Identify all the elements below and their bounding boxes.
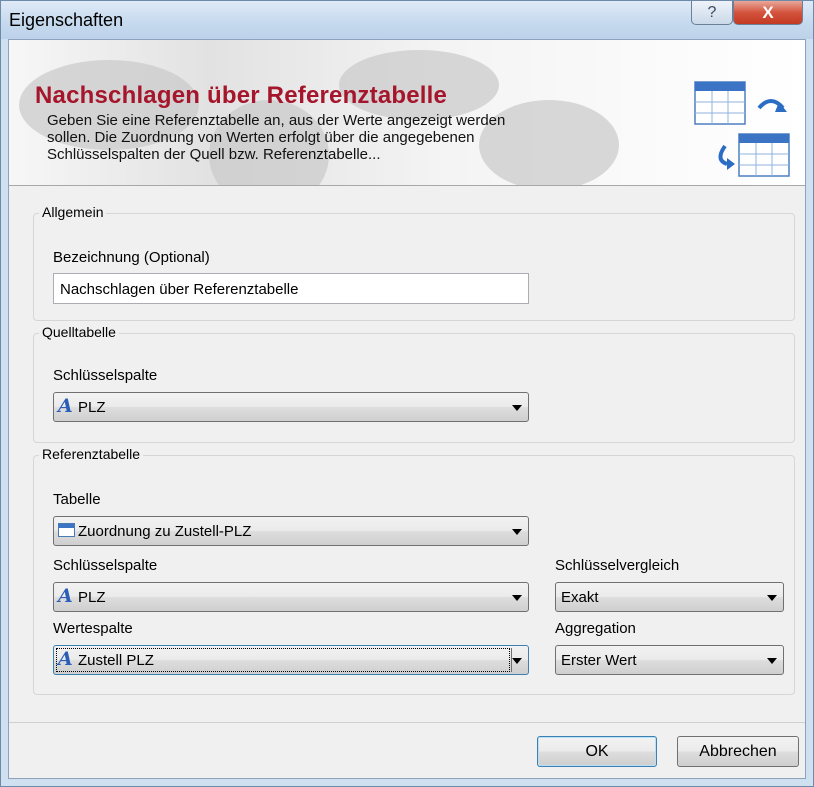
- table-label: Tabelle: [53, 491, 101, 508]
- chevron-down-icon: [512, 658, 522, 664]
- group-quelltabelle: [33, 333, 795, 443]
- chevron-down-icon: [512, 595, 522, 601]
- table-lookup-icon: [694, 81, 790, 177]
- aggregation-label: Aggregation: [555, 620, 636, 637]
- close-icon: X: [762, 2, 774, 22]
- chevron-down-icon: [767, 595, 777, 601]
- text-column-icon: A: [58, 395, 73, 417]
- reference-key-value: PLZ: [78, 589, 106, 606]
- reference-table-value: Zuordnung zu Zustell-PLZ: [78, 523, 252, 540]
- source-key-label: Schlüsselspalte: [53, 367, 158, 384]
- properties-dialog: Eigenschaften ? X Nachschlagen über Refe…: [0, 0, 814, 787]
- group-referenztabelle-legend: Referenztabelle: [39, 446, 144, 462]
- banner-description-line: Geben Sie eine Referenztabelle an, aus d…: [47, 112, 506, 129]
- key-compare-label: Schlüsselvergleich: [555, 557, 680, 574]
- chevron-down-icon: [767, 658, 777, 664]
- group-allgemein-legend: Allgemein: [39, 204, 107, 220]
- chevron-down-icon: [512, 405, 522, 411]
- name-label: Bezeichnung (Optional): [53, 249, 210, 266]
- title-bar[interactable]: Eigenschaften ? X: [1, 1, 813, 39]
- aggregation-select[interactable]: Erster Wert: [555, 645, 784, 675]
- dialog-body: Nachschlagen über Referenztabelle Geben …: [8, 39, 806, 779]
- chevron-down-icon: [512, 529, 522, 535]
- cancel-button[interactable]: Abbrechen: [677, 736, 799, 767]
- banner-description-line: Schlüsselspalten der Quell bzw. Referenz…: [47, 146, 381, 163]
- help-button[interactable]: ?: [691, 1, 733, 25]
- reference-key-select[interactable]: A PLZ: [53, 582, 529, 612]
- banner-description: Geben Sie eine Referenztabelle an, aus d…: [47, 112, 607, 163]
- help-icon: ?: [707, 3, 717, 21]
- source-key-value: PLZ: [78, 399, 106, 416]
- text-column-icon: A: [58, 585, 73, 607]
- source-key-select[interactable]: A PLZ: [53, 392, 529, 422]
- close-button[interactable]: X: [733, 1, 803, 25]
- name-input[interactable]: Nachschlagen über Referenztabelle: [53, 273, 529, 304]
- ok-button[interactable]: OK: [537, 736, 657, 767]
- reference-key-label: Schlüsselspalte: [53, 557, 158, 574]
- value-column-label: Wertespalte: [53, 620, 133, 637]
- group-quelltabelle-legend: Quelltabelle: [39, 324, 119, 340]
- aggregation-value: Erster Wert: [561, 652, 637, 669]
- window-title: Eigenschaften: [9, 10, 124, 30]
- table-icon: [58, 523, 75, 537]
- value-column-value: Zustell PLZ: [78, 652, 154, 669]
- key-compare-value: Exakt: [561, 589, 599, 606]
- text-column-icon: A: [58, 648, 73, 670]
- key-compare-select[interactable]: Exakt: [555, 582, 784, 612]
- button-bar: OK Abbrechen: [9, 722, 805, 779]
- value-column-select[interactable]: A Zustell PLZ: [53, 645, 529, 675]
- reference-table-select[interactable]: Zuordnung zu Zustell-PLZ: [53, 516, 529, 546]
- banner-title: Nachschlagen über Referenztabelle: [35, 82, 448, 109]
- banner-description-line: sollen. Die Zuordnung von Werten erfolgt…: [47, 129, 475, 146]
- header-banner: Nachschlagen über Referenztabelle Geben …: [9, 40, 805, 186]
- group-allgemein: [33, 213, 795, 321]
